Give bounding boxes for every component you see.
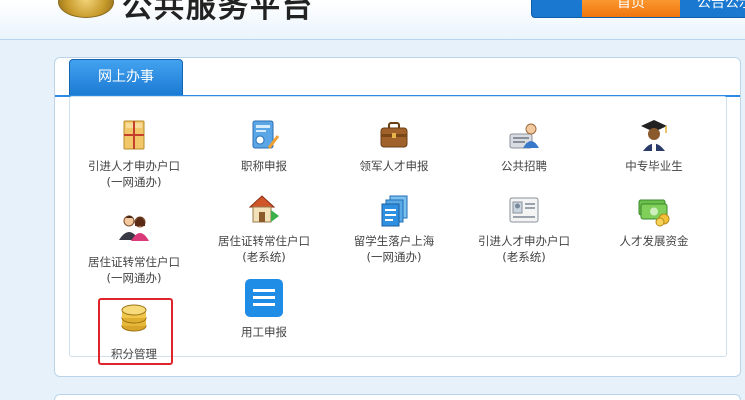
- nav-notice[interactable]: 公告公示: [680, 0, 745, 17]
- money-icon: [637, 193, 671, 227]
- nav-home[interactable]: 首页: [582, 0, 680, 17]
- certificate-icon: [247, 118, 281, 152]
- people-icon: [117, 210, 151, 244]
- list-icon: [244, 278, 284, 318]
- main-nav: 首页 公告公示: [531, 0, 745, 18]
- recruiter-icon: [507, 118, 541, 152]
- site-header: 公共服务平台 首页 公告公示: [0, 0, 745, 40]
- service-overseas-student-hukou[interactable]: 留学生落户上海 (一网通办): [331, 193, 457, 265]
- house-icon: [247, 193, 281, 227]
- service-talent-hukou-online[interactable]: 引进人才申办户口 (一网通办): [71, 118, 197, 190]
- documents-icon: [377, 193, 411, 227]
- next-panel: [54, 394, 741, 400]
- briefcase-icon: [377, 118, 411, 152]
- service-residence-to-hukou-legacy[interactable]: 居住证转常住户口 (老系统): [201, 193, 327, 265]
- tab-online-services[interactable]: 网上办事: [69, 59, 183, 95]
- highlight-box: [98, 298, 173, 365]
- site-title: 公共服务平台: [122, 0, 314, 25]
- envelope-icon: [117, 118, 151, 152]
- graduate-icon: [637, 118, 671, 152]
- service-residence-to-hukou-online[interactable]: 居住证转常住户口 (一网通办): [71, 210, 197, 286]
- id-card-icon: [507, 193, 541, 227]
- service-talent-hukou-legacy[interactable]: 引进人才申办户口 (老系统): [461, 193, 587, 265]
- service-talent-development-fund[interactable]: 人才发展资金: [591, 193, 717, 249]
- service-title-application[interactable]: 职称申报: [201, 118, 327, 174]
- service-leading-talent[interactable]: 领军人才申报: [331, 118, 457, 174]
- service-public-recruitment[interactable]: 公共招聘: [461, 118, 587, 174]
- service-employment-report[interactable]: 用工申报: [201, 278, 327, 340]
- emblem-logo: [58, 0, 114, 18]
- service-vocational-graduate[interactable]: 中专毕业生: [591, 118, 717, 174]
